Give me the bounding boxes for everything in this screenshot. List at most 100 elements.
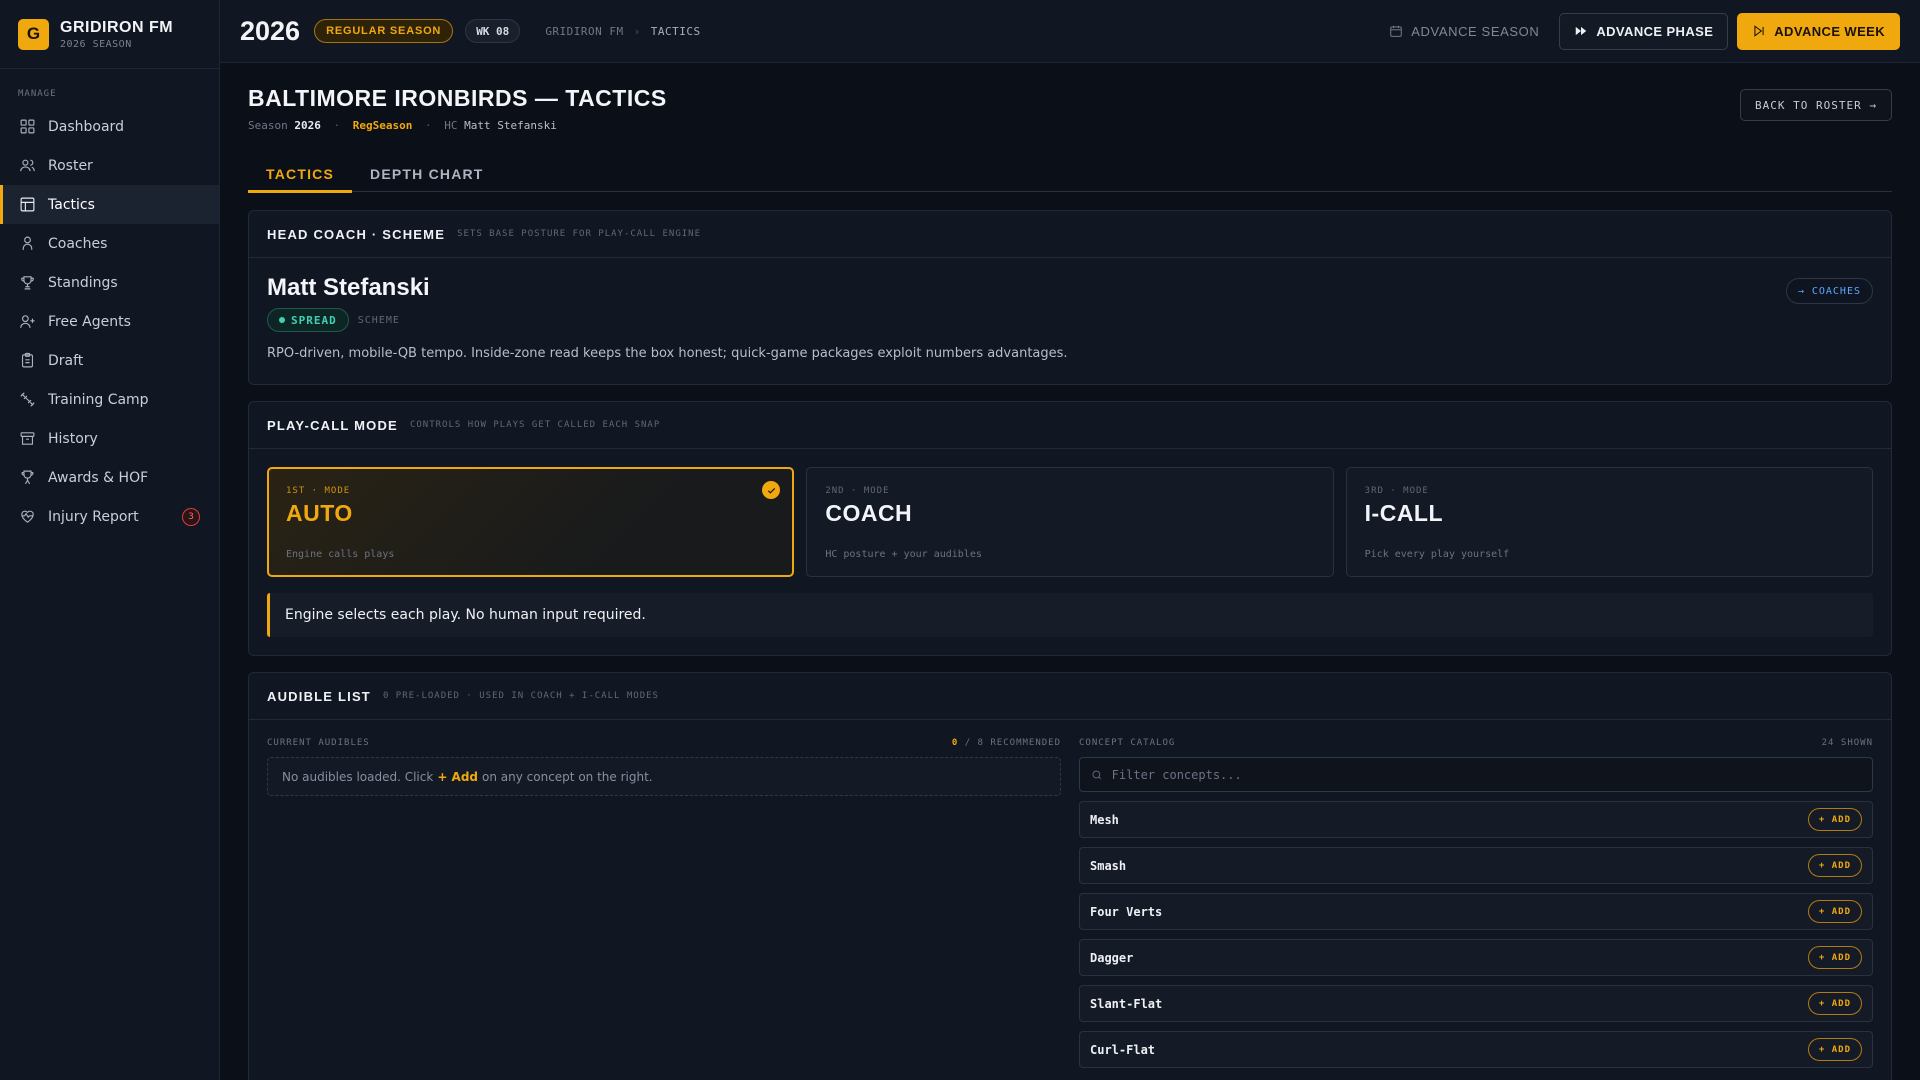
concept-name: Mesh [1090, 812, 1119, 827]
concept-row: Curl-Flat + ADD [1079, 1031, 1873, 1068]
concept-name: Four Verts [1090, 904, 1163, 919]
sidebar: G GRIDIRON FM 2026 SEASON MANAGE Dashboa… [0, 0, 220, 1080]
archive-icon [18, 430, 36, 448]
audibles-empty-state: No audibles loaded. Click + Add on any c… [267, 757, 1061, 796]
scheme-badge: SPREAD [267, 308, 349, 332]
card-title: PLAY-CALL MODE [267, 417, 398, 433]
clipboard-icon [18, 352, 36, 370]
user-plus-icon [18, 313, 36, 331]
tab-tactics[interactable]: TACTICS [248, 155, 353, 193]
empty-add-hint: + Add [437, 769, 479, 784]
concept-catalog-column: CONCEPT CATALOG 24 SHOWN Mesh + ADD Smas… [1079, 738, 1873, 1068]
mode-option-coach[interactable]: 2ND · MODE COACH HC posture + your audib… [806, 467, 1334, 577]
meta-hc-label: HC [444, 119, 458, 132]
person-icon [18, 235, 36, 253]
add-concept-button[interactable]: + ADD [1807, 854, 1862, 877]
sidebar-item-roster[interactable]: Roster [0, 146, 219, 185]
concept-name: Dagger [1090, 950, 1134, 965]
sidebar-item-coaches[interactable]: Coaches [0, 224, 219, 263]
mode-option-i-call[interactable]: 3RD · MODE I-CALL Pick every play yourse… [1345, 467, 1873, 577]
sidebar-item-draft[interactable]: Draft [0, 341, 219, 380]
empty-text-post: on any concept on the right. [482, 769, 653, 784]
advance-week-label: ADVANCE WEEK [1774, 23, 1885, 39]
concept-filter [1079, 757, 1873, 792]
add-concept-button[interactable]: + ADD [1807, 900, 1862, 923]
advance-phase-button[interactable]: ADVANCE PHASE [1559, 12, 1729, 50]
tab-depth-chart[interactable]: DEPTH CHART [352, 155, 502, 192]
card-subtitle: 0 PRE-LOADED · USED IN COACH + I-CALL MO… [382, 691, 659, 701]
scheme-dot-icon [279, 317, 285, 323]
meta-season-label: Season [248, 119, 288, 132]
concept-name: Curl-Flat [1090, 1042, 1156, 1057]
brand[interactable]: G GRIDIRON FM 2026 SEASON [0, 0, 219, 69]
concept-row: Slant-Flat + ADD [1079, 985, 1873, 1022]
concept-row: Mesh + ADD [1079, 801, 1873, 838]
sidebar-item-label: Tactics [48, 196, 95, 213]
brand-title: GRIDIRON FM [60, 18, 174, 36]
sidebar-item-dashboard[interactable]: Dashboard [0, 107, 219, 146]
breadcrumb-root[interactable]: GRIDIRON FM [545, 25, 623, 38]
season-year: 2026 [240, 15, 301, 46]
coaches-link-button[interactable]: → COACHES [1785, 278, 1873, 304]
dumbbell-icon [18, 391, 36, 409]
concept-catalog-count: 24 SHOWN [1821, 738, 1873, 748]
clipboard-layout-icon [18, 196, 36, 214]
card-subtitle: CONTROLS HOW PLAYS GET CALLED EACH SNAP [409, 420, 661, 430]
breadcrumb-separator: › [633, 24, 641, 38]
sidebar-item-label: Roster [48, 157, 93, 174]
check-icon [762, 481, 781, 499]
sidebar-item-training-camp[interactable]: Training Camp [0, 380, 219, 419]
page-title: BALTIMORE IRONBIRDS — TACTICS [248, 85, 667, 111]
advance-phase-label: ADVANCE PHASE [1596, 23, 1714, 39]
card-title: AUDIBLE LIST [267, 688, 371, 704]
advance-season-button[interactable]: ADVANCE SEASON [1389, 24, 1539, 39]
concept-row: Smash + ADD [1079, 847, 1873, 884]
sidebar-item-awards[interactable]: Awards & HOF [0, 458, 219, 497]
concept-row: Dagger + ADD [1079, 939, 1873, 976]
breadcrumb: GRIDIRON FM › TACTICS [545, 25, 700, 38]
sidebar-item-label: Draft [48, 352, 84, 369]
advance-week-button[interactable]: ADVANCE WEEK [1737, 12, 1900, 50]
sidebar-item-injury-report[interactable]: Injury Report 3 [0, 497, 219, 536]
mode-note: Engine selects each play. No human input… [267, 593, 1873, 637]
skip-forward-icon [1754, 25, 1764, 37]
add-concept-button[interactable]: + ADD [1807, 946, 1862, 969]
card-subtitle: SETS BASE POSTURE FOR PLAY-CALL ENGINE [457, 229, 701, 239]
week-badge: WK 08 [465, 19, 521, 43]
coach-name: Matt Stefanski [267, 274, 430, 301]
sidebar-item-free-agents[interactable]: Free Agents [0, 302, 219, 341]
sidebar-item-label: Standings [48, 274, 118, 291]
sidebar-item-history[interactable]: History [0, 419, 219, 458]
current-audibles-column: CURRENT AUDIBLES 0 / 8 RECOMMENDED No au… [267, 738, 1061, 1068]
phase-badge: REGULAR SEASON [314, 19, 454, 43]
mode-name: AUTO [286, 500, 353, 526]
mode-name: I-CALL [1364, 500, 1444, 526]
add-concept-button[interactable]: + ADD [1807, 1038, 1862, 1061]
trophy-icon [18, 274, 36, 292]
scheme-name: SPREAD [291, 313, 337, 327]
add-concept-button[interactable]: + ADD [1807, 992, 1862, 1015]
sidebar-item-standings[interactable]: Standings [0, 263, 219, 302]
search-icon [1092, 770, 1102, 779]
mode-option-auto[interactable]: 1ST · MODE AUTO Engine calls plays [267, 467, 795, 577]
heart-pulse-icon [18, 508, 36, 526]
sidebar-item-label: Coaches [48, 235, 108, 252]
award-icon [18, 469, 36, 487]
calendar-icon [1390, 25, 1402, 37]
meta-hc: Matt Stefanski [464, 119, 557, 132]
sidebar-item-label: Free Agents [48, 313, 131, 330]
sidebar-item-label: Dashboard [48, 118, 124, 135]
scheme-label: SCHEME [357, 314, 400, 326]
add-concept-button[interactable]: + ADD [1807, 808, 1862, 831]
concept-filter-input[interactable] [1111, 767, 1861, 782]
concept-name: Smash [1090, 858, 1127, 873]
back-to-roster-button[interactable]: BACK TO ROSTER → [1740, 89, 1892, 121]
card-title: HEAD COACH · SCHEME [267, 226, 446, 242]
advance-season-label: ADVANCE SEASON [1411, 23, 1540, 39]
concept-row: Four Verts + ADD [1079, 893, 1873, 930]
breadcrumb-current: TACTICS [650, 24, 701, 38]
head-coach-card: HEAD COACH · SCHEME SETS BASE POSTURE FO… [248, 210, 1892, 385]
sidebar-item-tactics[interactable]: Tactics [0, 185, 219, 224]
mode-index: 2ND · MODE [825, 486, 890, 496]
mode-description: HC posture + your audibles [825, 549, 982, 560]
